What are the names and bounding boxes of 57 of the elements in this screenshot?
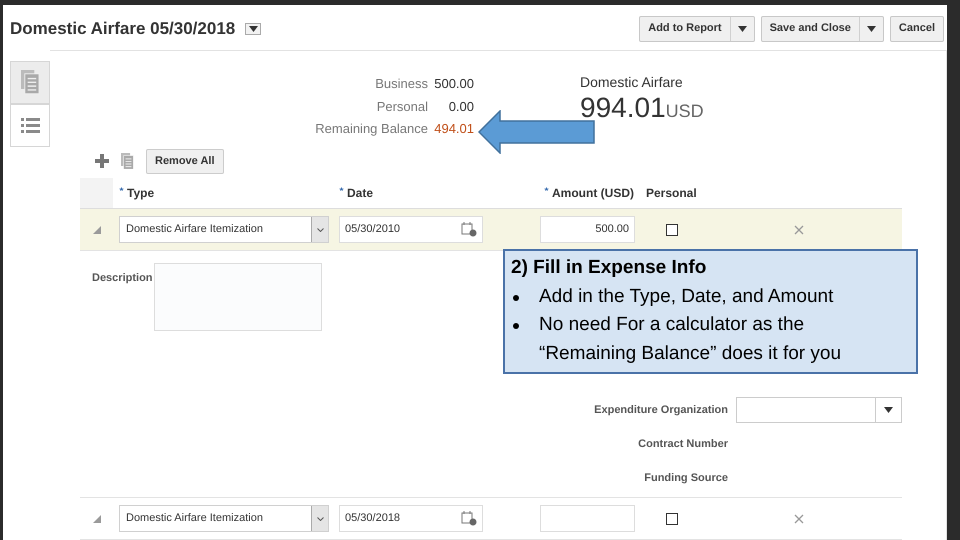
table-row[interactable]: Domestic Airfare Itemization 05/30/2010 500.00 — [80, 209, 902, 251]
bullet-icon — [513, 294, 519, 300]
document-icon — [20, 70, 40, 95]
calendar-icon[interactable] — [461, 511, 477, 526]
callout-text: Add in the Type, Date, and Amount — [539, 284, 834, 308]
caret-icon — [884, 407, 893, 413]
expand-icon[interactable] — [92, 514, 100, 522]
page-title: Domestic Airfare 05/30/2018 — [10, 18, 236, 40]
add-icon[interactable] — [95, 154, 109, 168]
column-header: Type — [127, 185, 154, 202]
caret-icon — [866, 26, 876, 32]
side-tab[interactable] — [10, 61, 50, 104]
summary-value: 0.00 — [448, 98, 474, 116]
document-icon — [121, 152, 134, 170]
action-button[interactable]: Save and Close — [760, 16, 884, 42]
chevron-down-icon — [316, 516, 324, 520]
summary-label: Remaining Balance — [315, 120, 428, 138]
currency-code: USD — [666, 100, 704, 123]
caret-icon — [248, 26, 258, 32]
callout-title: 2) Fill in Expense Info — [511, 256, 708, 280]
list-icon — [20, 118, 40, 133]
close-icon[interactable] — [794, 224, 804, 234]
amount-field[interactable] — [540, 505, 635, 532]
close-icon[interactable] — [794, 514, 804, 524]
field-label: Funding Source — [644, 470, 728, 486]
bullet-icon — [513, 323, 519, 329]
type-select[interactable]: Domestic Airfare Itemization — [119, 216, 329, 243]
remove-all-button[interactable]: Remove All — [146, 148, 224, 174]
description-field[interactable] — [154, 263, 322, 331]
amount-field[interactable]: 500.00 — [540, 216, 635, 243]
personal-checkbox[interactable] — [666, 224, 678, 236]
field-label: Contract Number — [638, 436, 728, 452]
action-button[interactable]: Cancel — [890, 16, 944, 42]
summary-value: 500.00 — [433, 75, 474, 93]
expand-icon[interactable] — [92, 226, 100, 234]
date-field[interactable]: 05/30/2010 — [339, 216, 483, 243]
column-header: Date — [347, 185, 374, 202]
column-header: Amount (USD) — [552, 185, 634, 202]
action-button[interactable]: Add to Report — [639, 16, 755, 42]
field-label: Expenditure Organization — [594, 402, 728, 418]
expense-category: Domestic Airfare — [580, 73, 684, 91]
chevron-down-icon — [316, 228, 324, 232]
total-amount: 994.01 — [580, 91, 666, 125]
summary-label: Personal — [376, 98, 428, 116]
date-field[interactable]: 05/30/2018 — [339, 505, 483, 532]
header-corner-cell — [80, 178, 113, 208]
column-header: Personal — [646, 185, 697, 202]
personal-checkbox[interactable] — [666, 512, 678, 524]
caret-icon — [738, 26, 747, 32]
side-tab[interactable] — [10, 104, 50, 147]
type-select[interactable]: Domestic Airfare Itemization — [119, 505, 329, 532]
field-label: Description — [92, 272, 153, 284]
callout-text: No need For a calculator as the “Remaining Balance” does it for you — [539, 313, 842, 366]
calendar-icon[interactable] — [461, 222, 477, 237]
summary-label: Business — [375, 75, 428, 93]
summary-value: 494.01 — [433, 120, 474, 138]
title-menu-button[interactable] — [245, 22, 262, 34]
